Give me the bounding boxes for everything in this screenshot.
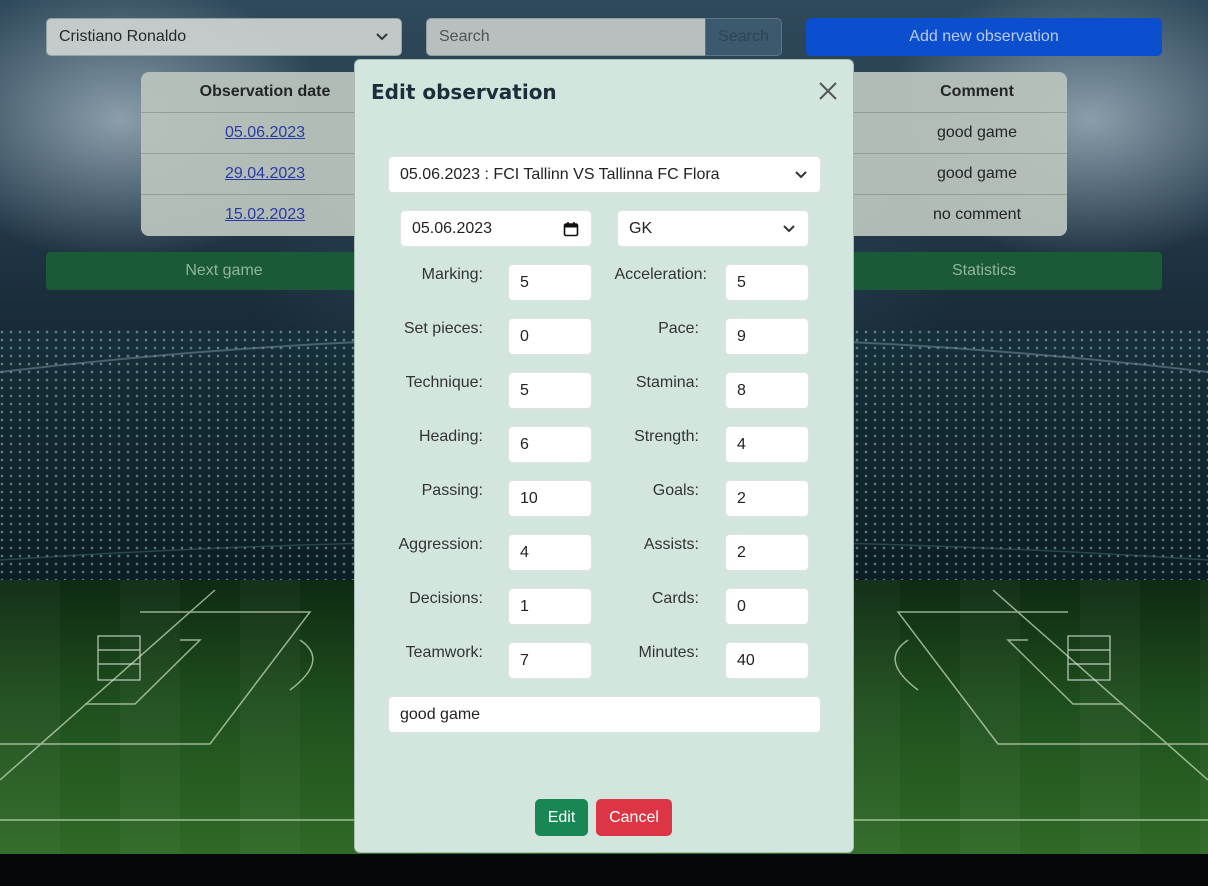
aggression-label: Aggression: <box>398 536 484 553</box>
technique-input[interactable]: 5 <box>508 372 592 409</box>
minutes-label: Minutes: <box>638 644 699 661</box>
pace-label: Pace: <box>658 320 699 337</box>
cancel-button[interactable]: Cancel <box>596 799 672 836</box>
cards-input[interactable]: 0 <box>725 588 809 625</box>
pace-input[interactable]: 9 <box>725 318 809 355</box>
chevron-down-icon <box>795 170 807 178</box>
assists-label: Assists: <box>643 536 699 553</box>
acceleration-label: Acceleration: <box>614 266 708 283</box>
technique-label: Technique: <box>405 374 483 391</box>
calendar-icon[interactable] <box>563 221 579 237</box>
position-select[interactable]: GK <box>617 210 809 247</box>
marking-input[interactable]: 5 <box>508 264 592 301</box>
game-select-value: 05.06.2023 : FCI Tallinn VS Tallinna FC … <box>400 165 720 183</box>
stamina-label: Stamina: <box>635 374 699 391</box>
teamwork-label: Teamwork: <box>405 644 483 661</box>
date-input-value: 05.06.2023 <box>412 219 493 237</box>
aggression-input[interactable]: 4 <box>508 534 592 571</box>
assists-input[interactable]: 2 <box>725 534 809 571</box>
teamwork-input[interactable]: 7 <box>508 642 592 679</box>
edit-observation-modal: Edit observation 05.06.2023 : FCI Tallin… <box>354 59 854 853</box>
strength-label: Strength: <box>634 428 699 445</box>
set-pieces-input[interactable]: 0 <box>508 318 592 355</box>
marking-label: Marking: <box>421 266 483 283</box>
modal-title: Edit observation <box>371 80 557 104</box>
decisions-input[interactable]: 1 <box>508 588 592 625</box>
heading-label: Heading: <box>418 428 483 445</box>
cards-label: Cards: <box>651 590 699 607</box>
acceleration-input[interactable]: 5 <box>725 264 809 301</box>
goals-input[interactable]: 2 <box>725 480 809 517</box>
goals-label: Goals: <box>652 482 699 499</box>
game-select[interactable]: 05.06.2023 : FCI Tallinn VS Tallinna FC … <box>388 156 821 193</box>
strength-input[interactable]: 4 <box>725 426 809 463</box>
edit-button[interactable]: Edit <box>535 799 588 836</box>
minutes-input[interactable]: 40 <box>725 642 809 679</box>
chevron-down-icon <box>783 224 795 232</box>
heading-input[interactable]: 6 <box>508 426 592 463</box>
stamina-input[interactable]: 8 <box>725 372 809 409</box>
date-input[interactable]: 05.06.2023 <box>400 210 592 247</box>
close-icon <box>819 82 837 100</box>
close-button[interactable] <box>815 78 841 104</box>
passing-label: Passing: <box>421 482 483 499</box>
decisions-label: Decisions: <box>409 590 483 607</box>
comment-input[interactable]: good game <box>388 696 821 733</box>
position-select-value: GK <box>629 219 653 237</box>
set-pieces-label: Set pieces: <box>403 320 483 337</box>
passing-input[interactable]: 10 <box>508 480 592 517</box>
